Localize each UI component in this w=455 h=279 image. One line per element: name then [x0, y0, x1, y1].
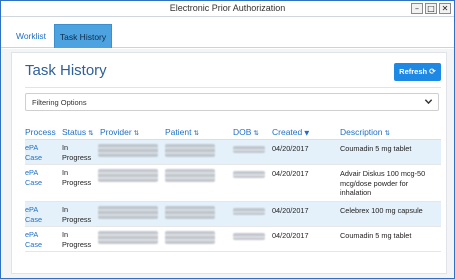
- table-row[interactable]: ePA Case In Progress 04/20/2017 Celebrex 1…: [25, 202, 441, 227]
- sort-icon: ⇅: [88, 129, 94, 137]
- provider-redacted: [98, 206, 158, 219]
- column-status[interactable]: Status ⇅: [62, 127, 94, 137]
- description-cell: Advair Diskus 100 mcg-50 mcg/dose powder…: [340, 169, 426, 197]
- refresh-label: Refresh: [399, 67, 428, 76]
- maximize-icon[interactable]: □: [425, 3, 437, 14]
- provider-redacted: [98, 231, 158, 244]
- status-cell: In Progress: [62, 168, 92, 187]
- patient-redacted: [165, 231, 215, 244]
- sort-icon: ⇅: [193, 129, 199, 137]
- refresh-icon: ⟳: [429, 67, 436, 76]
- process-link[interactable]: ePA Case: [25, 168, 42, 187]
- patient-redacted: [165, 144, 215, 157]
- column-patient-label: Patient: [165, 127, 192, 137]
- process-link[interactable]: ePA Case: [25, 205, 42, 224]
- tab-task-history[interactable]: Task History: [54, 24, 112, 48]
- divider: [25, 87, 441, 88]
- status-cell: In Progress: [62, 230, 92, 249]
- refresh-button[interactable]: Refresh ⟳: [394, 63, 441, 81]
- dob-redacted: [233, 233, 265, 240]
- process-link[interactable]: ePA Case: [25, 143, 42, 162]
- created-cell: 04/20/2017: [272, 144, 309, 153]
- column-provider[interactable]: Provider ⇅: [100, 127, 139, 137]
- app-window: Electronic Prior Authorization – □ ✕ Wor…: [0, 0, 455, 279]
- column-created[interactable]: Created ▼: [272, 127, 309, 137]
- column-description-label: Description: [340, 127, 383, 137]
- patient-redacted: [165, 206, 215, 219]
- column-process: Process: [25, 127, 56, 137]
- column-description[interactable]: Description ⇅: [340, 127, 390, 137]
- provider-redacted: [98, 169, 158, 182]
- sort-icon: ⇅: [133, 129, 140, 137]
- sort-desc-icon: ▼: [304, 129, 310, 137]
- column-dob[interactable]: DOB ⇅: [233, 127, 259, 137]
- tab-worklist[interactable]: Worklist: [11, 24, 51, 48]
- created-cell: 04/20/2017: [272, 169, 309, 178]
- main-content: Task History Refresh ⟳ Filtering Options …: [1, 49, 454, 278]
- column-provider-label: Provider: [100, 127, 132, 137]
- title-bar: Electronic Prior Authorization – □ ✕: [1, 1, 454, 17]
- chevron-down-icon: [424, 99, 433, 105]
- window-title: Electronic Prior Authorization: [169, 3, 286, 13]
- column-patient[interactable]: Patient ⇅: [165, 127, 199, 137]
- column-status-label: Status: [62, 127, 87, 137]
- description-cell: Celebrex 100 mg capsule: [340, 206, 423, 215]
- table-row[interactable]: ePA Case In Progress 04/20/2017 Advair Dis…: [25, 165, 441, 202]
- filtering-options-dropdown[interactable]: Filtering Options: [25, 93, 439, 111]
- dob-redacted: [233, 208, 265, 215]
- dob-redacted: [233, 146, 265, 153]
- filtering-options-label: Filtering Options: [32, 98, 87, 107]
- column-created-label: Created: [272, 127, 303, 137]
- process-link[interactable]: ePA Case: [25, 230, 42, 249]
- tab-bar: Worklist Task History: [1, 18, 454, 48]
- close-icon[interactable]: ✕: [439, 3, 451, 14]
- minimize-icon[interactable]: –: [411, 3, 423, 14]
- task-history-panel: Task History Refresh ⟳ Filtering Options …: [11, 52, 447, 274]
- table-row[interactable]: ePA Case In Progress 04/20/2017 Coumadin 5…: [25, 140, 441, 165]
- task-table: Process Status ⇅ Provider ⇅ Patient ⇅ DOB ⇅ …: [25, 126, 441, 252]
- page-title: Task History: [25, 62, 107, 79]
- status-cell: In Progress: [62, 205, 92, 224]
- provider-redacted: [98, 144, 158, 157]
- window-controls: – □ ✕: [411, 3, 451, 14]
- sort-icon: ⇅: [384, 129, 390, 137]
- dob-redacted: [233, 171, 265, 178]
- created-cell: 04/20/2017: [272, 231, 309, 240]
- created-cell: 04/20/2017: [272, 206, 309, 215]
- column-dob-label: DOB: [233, 127, 252, 137]
- table-header: Process Status ⇅ Provider ⇅ Patient ⇅ DOB ⇅ …: [25, 126, 441, 140]
- status-cell: In Progress: [62, 143, 92, 162]
- sort-icon: ⇅: [253, 129, 259, 137]
- description-cell: Coumadin 5 mg tablet: [340, 144, 412, 153]
- description-cell: Coumadin 5 mg tablet: [340, 231, 412, 240]
- patient-redacted: [165, 169, 215, 182]
- table-row[interactable]: ePA Case In Progress 04/20/2017 Coumadin 5…: [25, 227, 441, 252]
